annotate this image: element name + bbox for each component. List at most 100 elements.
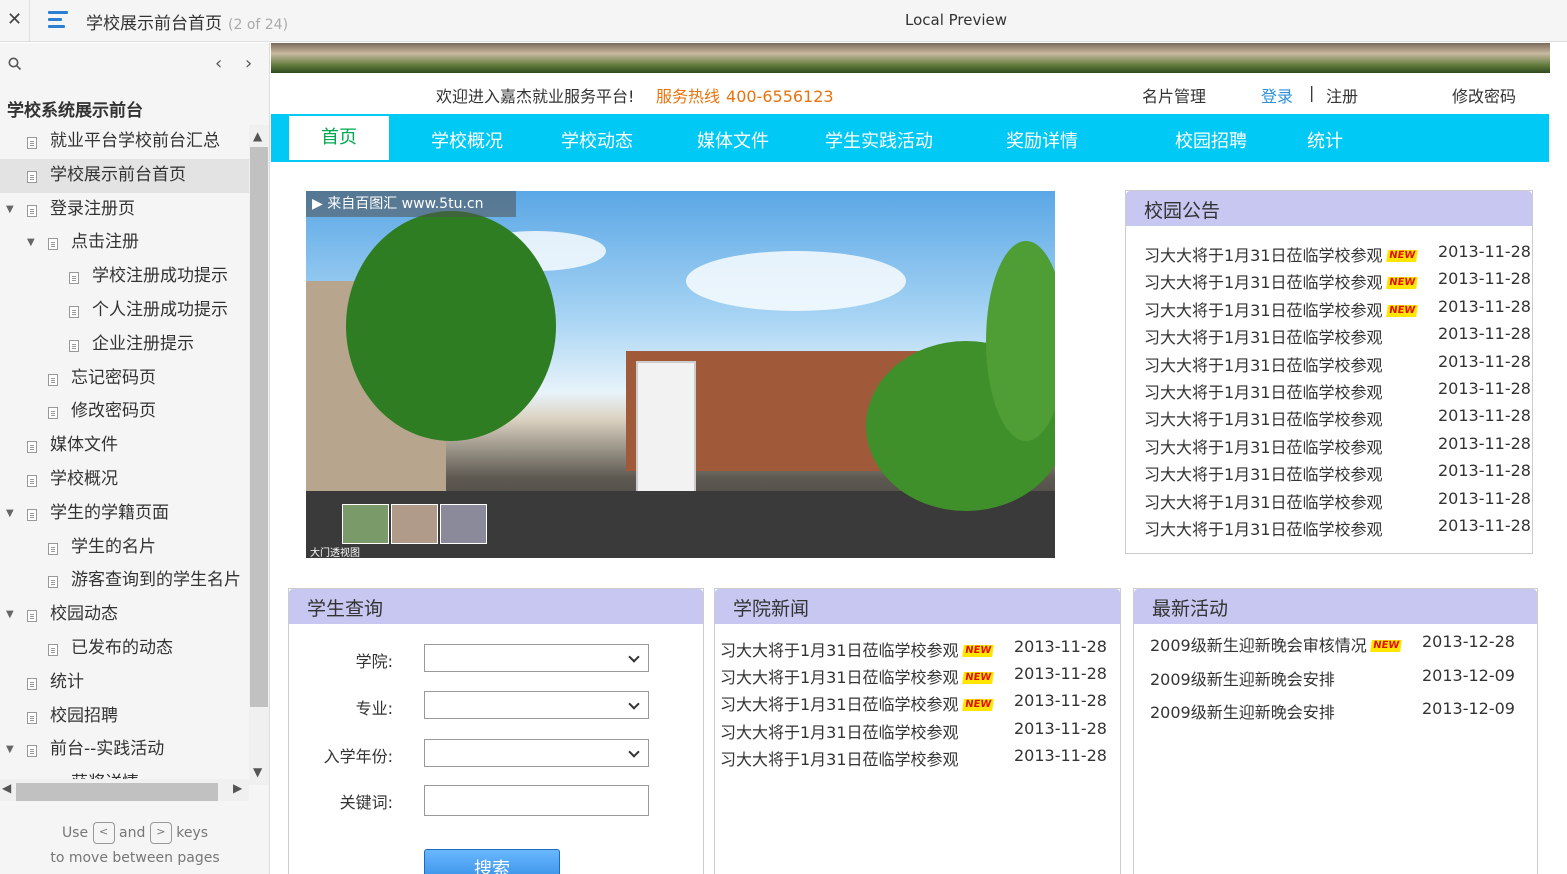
announcement-title[interactable]: 习大大将于1月31日莅临学校参观 xyxy=(1144,434,1383,458)
announcement-item[interactable]: 习大大将于1月31日莅临学校参观 2013-11-28 xyxy=(1126,489,1532,515)
sidebar-item[interactable]: 个人注册成功提示 xyxy=(0,294,249,328)
nav-media-files[interactable]: 媒体文件 xyxy=(697,127,769,153)
activity-item[interactable]: 2009级新生迎新晚会安排 2013-12-09 xyxy=(1134,666,1537,692)
nav-school-overview[interactable]: 学校概况 xyxy=(431,127,503,153)
college-news-item[interactable]: 习大大将于1月31日莅临学校参观 2013-11-28 xyxy=(715,719,1120,745)
announcement-title[interactable]: 习大大将于1月31日莅临学校参观 xyxy=(1144,461,1383,485)
announcement-item[interactable]: 习大大将于1月31日莅临学校参观 NEW 2013-11-28 xyxy=(1126,297,1532,323)
change-password-link[interactable]: 修改密码 xyxy=(1452,83,1516,107)
scroll-left-icon[interactable]: ◀ xyxy=(2,781,11,795)
college-news-item[interactable]: 习大大将于1月31日莅临学校参观 NEW 2013-11-28 xyxy=(715,691,1120,717)
announcement-title[interactable]: 习大大将于1月31日莅临学校参观 xyxy=(1144,379,1383,403)
college-news-title-text[interactable]: 习大大将于1月31日莅临学校参观 xyxy=(720,641,959,660)
scroll-right-icon[interactable]: ▶ xyxy=(233,781,242,795)
sidebar-item[interactable]: ▼ 学生的学籍页面 xyxy=(0,497,249,531)
expand-toggle-icon[interactable]: ▼ xyxy=(27,226,35,260)
sidebar-item[interactable]: 已发布的动态 xyxy=(0,632,249,666)
campus-slideshow[interactable]: ▶ 来自百图汇 www.5tu.cn 大门透视图 xyxy=(306,191,1055,558)
activity-title-text[interactable]: 2009级新生迎新晚会安排 xyxy=(1150,670,1335,689)
college-news-title[interactable]: 习大大将于1月31日莅临学校参观 NEW xyxy=(720,691,994,715)
close-button[interactable]: ✕ xyxy=(0,0,30,42)
announcement-title[interactable]: 习大大将于1月31日莅临学校参观 xyxy=(1144,406,1383,430)
sidebar-item[interactable]: 学校展示前台首页 xyxy=(0,158,249,193)
sidebar-item[interactable]: 游客查询到的学生名片 xyxy=(0,564,249,598)
announcement-title-text[interactable]: 习大大将于1月31日莅临学校参观 xyxy=(1144,465,1383,484)
sidebar-item[interactable]: 忘记密码页 xyxy=(0,362,249,396)
sidebar-item[interactable]: 学生的名片 xyxy=(0,531,249,565)
college-news-title[interactable]: 习大大将于1月31日莅临学校参观 xyxy=(720,719,959,743)
nav-award-details[interactable]: 奖励详情 xyxy=(1006,127,1078,153)
college-news-item[interactable]: 习大大将于1月31日莅临学校参观 NEW 2013-11-28 xyxy=(715,637,1120,663)
announcement-title-text[interactable]: 习大大将于1月31日莅临学校参观 xyxy=(1144,438,1383,457)
announcement-item[interactable]: 习大大将于1月31日莅临学校参观 2013-11-28 xyxy=(1126,379,1532,405)
search-button[interactable]: 搜索 xyxy=(424,849,560,874)
enrollment-year-select[interactable] xyxy=(424,739,649,767)
announcement-title[interactable]: 习大大将于1月31日莅临学校参观 NEW xyxy=(1144,297,1418,321)
announcement-title-text[interactable]: 习大大将于1月31日莅临学校参观 xyxy=(1144,520,1383,539)
sidebar-item[interactable]: 就业平台学校前台汇总 xyxy=(0,125,249,159)
college-news-item[interactable]: 习大大将于1月31日莅临学校参观 2013-11-28 xyxy=(715,746,1120,772)
announcement-title-text[interactable]: 习大大将于1月31日莅临学校参观 xyxy=(1144,246,1383,265)
college-news-title-text[interactable]: 习大大将于1月31日莅临学校参观 xyxy=(720,668,959,687)
announcement-item[interactable]: 习大大将于1月31日莅临学校参观 2013-11-28 xyxy=(1126,352,1532,378)
sidebar-item[interactable]: ▼ 前台--实践活动 xyxy=(0,733,249,767)
college-news-title-text[interactable]: 习大大将于1月31日莅临学校参观 xyxy=(720,723,959,742)
announcement-title-text[interactable]: 习大大将于1月31日莅临学校参观 xyxy=(1144,410,1383,429)
expand-toggle-icon[interactable]: ▼ xyxy=(6,733,14,767)
sidebar-item[interactable]: 校园招聘 xyxy=(0,700,249,734)
major-select[interactable] xyxy=(424,691,649,719)
slide-thumbnail[interactable] xyxy=(342,504,389,544)
login-link[interactable]: 登录 xyxy=(1261,83,1293,107)
prev-page-icon[interactable]: ‹ xyxy=(215,53,222,74)
scroll-down-icon[interactable]: ▼ xyxy=(253,765,262,779)
announcement-item[interactable]: 习大大将于1月31日莅临学校参观 2013-11-28 xyxy=(1126,434,1532,460)
announcement-title-text[interactable]: 习大大将于1月31日莅临学校参观 xyxy=(1144,273,1383,292)
card-manage-link[interactable]: 名片管理 xyxy=(1142,83,1206,107)
sidebar-item[interactable]: 学校注册成功提示 xyxy=(0,260,249,294)
college-select[interactable] xyxy=(424,644,649,672)
announcement-title-text[interactable]: 习大大将于1月31日莅临学校参观 xyxy=(1144,301,1383,320)
nav-campus-recruitment[interactable]: 校园招聘 xyxy=(1175,127,1247,153)
sidebar-item[interactable]: ▼ 校园动态 xyxy=(0,598,249,632)
menu-icon[interactable] xyxy=(48,11,68,29)
college-news-title-text[interactable]: 习大大将于1月31日莅临学校参观 xyxy=(720,750,959,769)
college-news-title[interactable]: 习大大将于1月31日莅临学校参观 xyxy=(720,746,959,770)
activity-title-text[interactable]: 2009级新生迎新晚会审核情况 xyxy=(1150,636,1367,655)
announcement-title-text[interactable]: 习大大将于1月31日莅临学校参观 xyxy=(1144,328,1383,347)
expand-toggle-icon[interactable]: ▼ xyxy=(6,497,14,531)
horizontal-scrollbar[interactable]: ◀ ▶ xyxy=(0,779,249,801)
announcement-title-text[interactable]: 习大大将于1月31日莅临学校参观 xyxy=(1144,356,1383,375)
sidebar-item[interactable]: 媒体文件 xyxy=(0,429,249,463)
announcement-title[interactable]: 习大大将于1月31日莅临学校参观 NEW xyxy=(1144,269,1418,293)
announcement-item[interactable]: 习大大将于1月31日莅临学校参观 NEW 2013-11-28 xyxy=(1126,242,1532,268)
keyword-input[interactable] xyxy=(424,785,649,816)
search-icon[interactable] xyxy=(8,57,22,75)
announcement-item[interactable]: 习大大将于1月31日莅临学校参观 2013-11-28 xyxy=(1126,516,1532,542)
sidebar-item[interactable]: 学校概况 xyxy=(0,463,249,497)
activity-title[interactable]: 2009级新生迎新晚会审核情况 NEW xyxy=(1150,632,1402,656)
announcement-title-text[interactable]: 习大大将于1月31日莅临学校参观 xyxy=(1144,493,1383,512)
nav-home[interactable]: 首页 xyxy=(289,116,389,160)
sidebar-item[interactable]: ▼ 登录注册页 xyxy=(0,193,249,227)
announcement-item[interactable]: 习大大将于1月31日莅临学校参观 2013-11-28 xyxy=(1126,461,1532,487)
college-news-title[interactable]: 习大大将于1月31日莅临学校参观 NEW xyxy=(720,664,994,688)
announcement-title[interactable]: 习大大将于1月31日莅临学校参观 xyxy=(1144,516,1383,540)
announcement-title[interactable]: 习大大将于1月31日莅临学校参观 xyxy=(1144,489,1383,513)
nav-statistics[interactable]: 统计 xyxy=(1307,127,1343,153)
announcement-item[interactable]: 习大大将于1月31日莅临学校参观 2013-11-28 xyxy=(1126,324,1532,350)
expand-toggle-icon[interactable]: ▼ xyxy=(6,598,14,632)
vertical-scroll-thumb[interactable] xyxy=(250,147,268,707)
announcement-title[interactable]: 习大大将于1月31日莅临学校参观 xyxy=(1144,324,1383,348)
college-news-title[interactable]: 习大大将于1月31日莅临学校参观 NEW xyxy=(720,637,994,661)
announcement-title-text[interactable]: 习大大将于1月31日莅临学校参观 xyxy=(1144,383,1383,402)
activity-title[interactable]: 2009级新生迎新晚会安排 xyxy=(1150,699,1335,723)
nav-school-news[interactable]: 学校动态 xyxy=(561,127,633,153)
announcement-title[interactable]: 习大大将于1月31日莅临学校参观 NEW xyxy=(1144,242,1418,266)
vertical-scrollbar[interactable]: ▲ ▼ xyxy=(249,125,269,785)
college-news-title-text[interactable]: 习大大将于1月31日莅临学校参观 xyxy=(720,695,959,714)
nav-student-practice[interactable]: 学生实践活动 xyxy=(825,127,933,153)
horizontal-scroll-thumb[interactable] xyxy=(16,783,218,801)
sidebar-item[interactable]: 统计 xyxy=(0,666,249,700)
college-news-item[interactable]: 习大大将于1月31日莅临学校参观 NEW 2013-11-28 xyxy=(715,664,1120,690)
announcement-item[interactable]: 习大大将于1月31日莅临学校参观 NEW 2013-11-28 xyxy=(1126,269,1532,295)
